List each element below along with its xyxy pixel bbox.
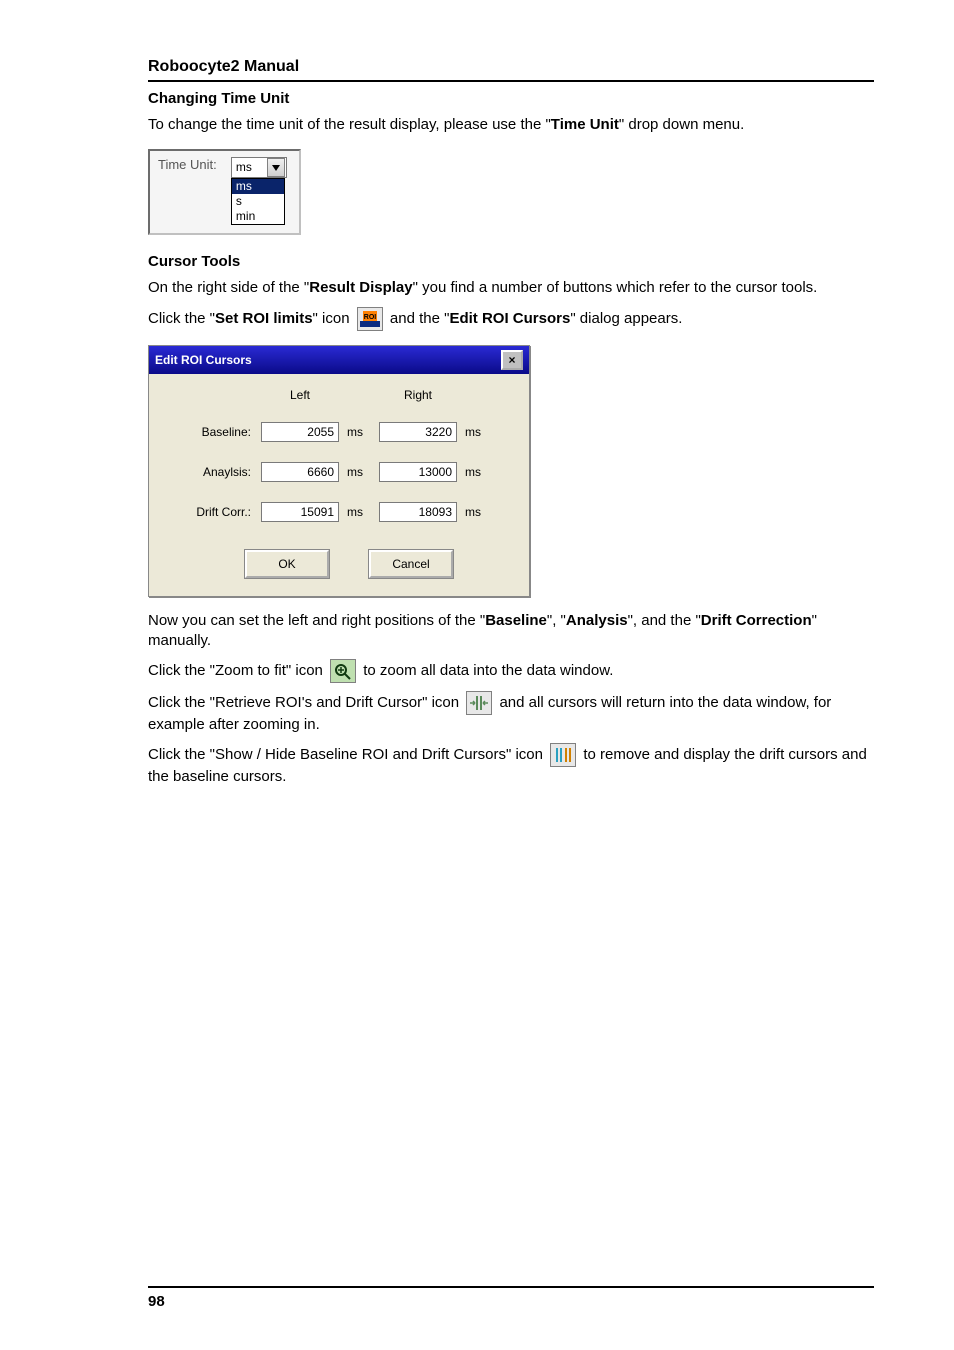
figure-edit-roi-dialog: Edit ROI Cursors × Left Right Baseline: … bbox=[148, 345, 874, 597]
option-s[interactable]: s bbox=[232, 194, 284, 209]
text: and the " bbox=[390, 309, 450, 326]
dropdown-button[interactable] bbox=[267, 158, 285, 177]
ok-button[interactable]: OK bbox=[245, 550, 329, 578]
zoom-to-fit-icon[interactable] bbox=[330, 659, 356, 683]
unit: ms bbox=[463, 425, 491, 439]
unit: ms bbox=[463, 465, 491, 479]
result-display-term: Result Display bbox=[309, 279, 412, 296]
drift-correction-term: Drift Correction bbox=[701, 612, 812, 629]
para-zoom-to-fit: Click the "Zoom to fit" icon to zoom all… bbox=[148, 659, 874, 683]
option-min[interactable]: min bbox=[232, 209, 284, 224]
top-rule bbox=[148, 80, 874, 82]
time-unit-select[interactable]: ms bbox=[231, 157, 287, 178]
set-roi-limits-term: Set ROI limits bbox=[215, 309, 313, 326]
analysis-term: Analysis bbox=[566, 612, 628, 629]
driftcorr-left-input[interactable]: 15091 bbox=[261, 502, 339, 522]
time-unit-panel: Time Unit: ms ms s min bbox=[148, 149, 301, 235]
text: Click the "Retrieve ROI's and Drift Curs… bbox=[148, 694, 463, 711]
unit: ms bbox=[345, 465, 373, 479]
baseline-left-input[interactable]: 2055 bbox=[261, 422, 339, 442]
text: to zoom all data into the data window. bbox=[363, 662, 613, 679]
analysis-left-input[interactable]: 6660 bbox=[261, 462, 339, 482]
header-right: Right bbox=[379, 388, 457, 402]
dialog-body: Left Right Baseline: 2055 ms 3220 ms Ana… bbox=[149, 374, 529, 596]
row-baseline-label: Baseline: bbox=[165, 425, 255, 439]
para-time-unit: To change the time unit of the result di… bbox=[148, 115, 874, 135]
text: Click the "Zoom to fit" icon bbox=[148, 662, 327, 679]
text: " you find a number of buttons which ref… bbox=[413, 279, 818, 296]
show-hide-cursors-icon[interactable] bbox=[550, 743, 576, 767]
section-cursor-tools: Cursor Tools bbox=[148, 253, 874, 270]
close-button[interactable]: × bbox=[501, 350, 523, 370]
bottom-rule bbox=[148, 1286, 874, 1288]
time-unit-label: Time Unit: bbox=[150, 151, 227, 178]
time-unit-selected: ms bbox=[232, 159, 266, 176]
text: " dialog appears. bbox=[570, 309, 682, 326]
para-result-display: On the right side of the "Result Display… bbox=[148, 278, 874, 298]
text: To change the time unit of the result di… bbox=[148, 116, 551, 133]
header-left: Left bbox=[261, 388, 339, 402]
cancel-button[interactable]: Cancel bbox=[369, 550, 453, 578]
unit: ms bbox=[345, 425, 373, 439]
svg-text:ROI: ROI bbox=[364, 314, 377, 321]
option-ms[interactable]: ms bbox=[232, 179, 284, 194]
manual-title: Roboocyte2 Manual bbox=[148, 58, 874, 76]
section-changing-time-unit: Changing Time Unit bbox=[148, 90, 874, 107]
figure-time-unit: Time Unit: ms ms s min bbox=[148, 149, 874, 235]
chevron-down-icon bbox=[272, 165, 280, 171]
edit-roi-cursors-term: Edit ROI Cursors bbox=[449, 309, 570, 326]
dialog-titlebar: Edit ROI Cursors × bbox=[149, 346, 529, 374]
unit: ms bbox=[463, 505, 491, 519]
dialog-title: Edit ROI Cursors bbox=[155, 353, 501, 367]
retrieve-roi-cursor-icon[interactable] bbox=[466, 691, 492, 715]
text: " icon bbox=[313, 309, 354, 326]
analysis-right-input[interactable]: 13000 bbox=[379, 462, 457, 482]
text: On the right side of the " bbox=[148, 279, 309, 296]
time-unit-options[interactable]: ms s min bbox=[231, 178, 285, 225]
set-roi-limits-icon[interactable]: ROI bbox=[357, 307, 383, 331]
baseline-right-input[interactable]: 3220 bbox=[379, 422, 457, 442]
row-driftcorr-label: Drift Corr.: bbox=[165, 505, 255, 519]
driftcorr-right-input[interactable]: 18093 bbox=[379, 502, 457, 522]
edit-roi-cursors-dialog: Edit ROI Cursors × Left Right Baseline: … bbox=[148, 345, 530, 597]
para-set-roi: Click the "Set ROI limits" icon ROI and … bbox=[148, 307, 874, 331]
text: Click the "Show / Hide Baseline ROI and … bbox=[148, 746, 547, 763]
para-manual-positions: Now you can set the left and right posit… bbox=[148, 611, 874, 652]
text: Now you can set the left and right posit… bbox=[148, 612, 485, 629]
text: Click the " bbox=[148, 309, 215, 326]
row-analysis-label: Anaylsis: bbox=[165, 465, 255, 479]
page-number: 98 bbox=[148, 1293, 165, 1310]
para-retrieve-roi: Click the "Retrieve ROI's and Drift Curs… bbox=[148, 691, 874, 735]
baseline-term: Baseline bbox=[485, 612, 547, 629]
text: ", " bbox=[547, 612, 566, 629]
para-show-hide-cursors: Click the "Show / Hide Baseline ROI and … bbox=[148, 743, 874, 787]
text: " drop down menu. bbox=[619, 116, 744, 133]
close-icon: × bbox=[508, 354, 515, 366]
text: ", and the " bbox=[628, 612, 701, 629]
time-unit-term: Time Unit bbox=[551, 116, 619, 133]
unit: ms bbox=[345, 505, 373, 519]
